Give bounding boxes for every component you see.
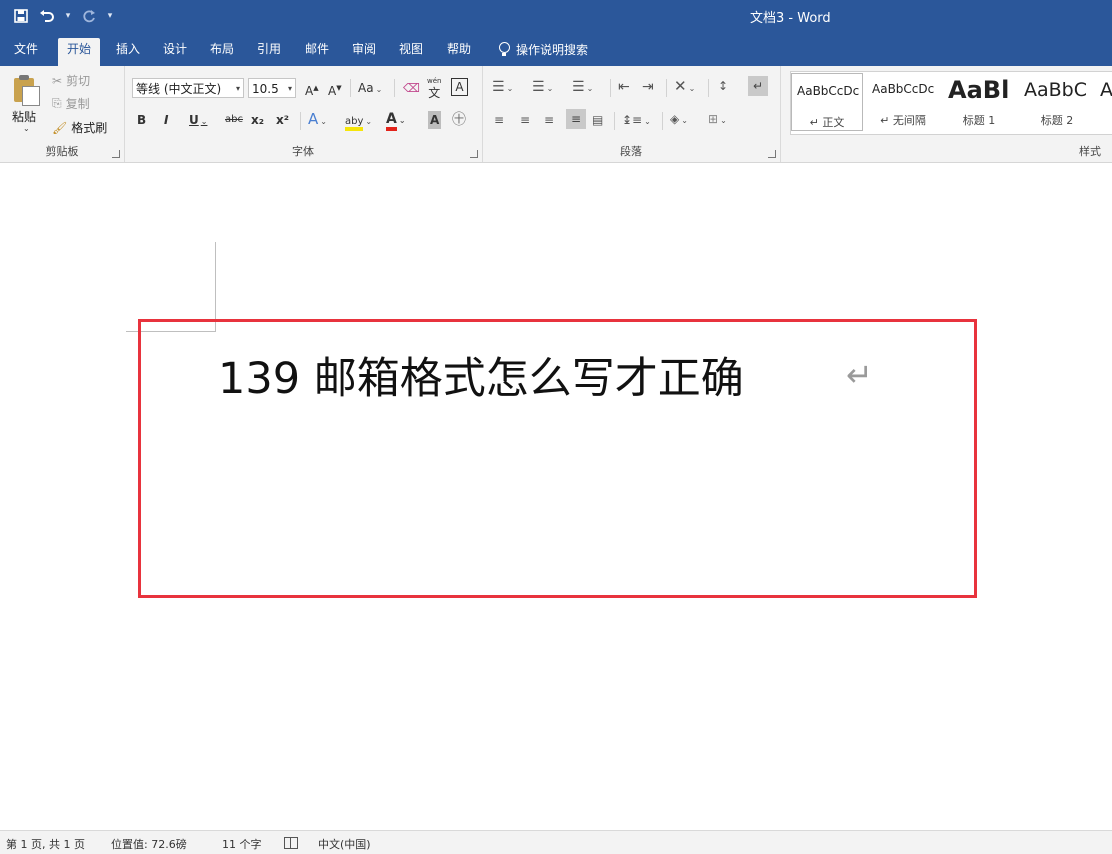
font-size-combo[interactable]: 10.5 ▾: [248, 78, 296, 98]
tab-insert[interactable]: 插入: [107, 38, 149, 66]
copy-icon: ⎘: [52, 96, 62, 110]
tab-mailings[interactable]: 邮件: [296, 38, 338, 66]
customize-qat-icon[interactable]: ▾: [104, 5, 116, 27]
status-bar: 第 1 页, 共 1 页 位置值: 72.6磅 11 个字 中文(中国): [0, 830, 1112, 854]
scissors-icon: ✂: [52, 73, 63, 88]
ribbon-tabs: 文件 开始 插入 设计 布局 引用 邮件 审阅 视图 帮助 操作说明搜索: [0, 32, 1112, 66]
justify-icon[interactable]: ≡: [566, 109, 586, 129]
font-launcher-icon[interactable]: [470, 150, 478, 158]
page-count[interactable]: 第 1 页, 共 1 页: [6, 836, 85, 852]
sort-icon[interactable]: ↕: [718, 77, 728, 95]
word-count[interactable]: 11 个字: [222, 836, 262, 852]
line-spacing-icon[interactable]: ↨≡ ⌄: [622, 111, 651, 131]
align-left-icon[interactable]: ≡: [494, 111, 504, 129]
align-right-icon[interactable]: ≡: [544, 111, 554, 129]
show-marks-icon[interactable]: ↵: [748, 76, 768, 96]
character-border-button[interactable]: A: [451, 78, 468, 96]
lightbulb-icon: [498, 42, 510, 56]
paste-icon[interactable]: [12, 74, 40, 106]
cut-button[interactable]: ✂ 剪切: [52, 72, 90, 89]
undo-icon[interactable]: [36, 5, 58, 27]
bold-button[interactable]: B: [137, 111, 146, 129]
language-indicator[interactable]: 中文(中国): [318, 836, 371, 852]
style-title[interactable]: A: [1095, 72, 1112, 132]
redo-icon[interactable]: [78, 5, 100, 27]
bullets-icon[interactable]: ☰ ⌄: [492, 78, 513, 98]
tab-home[interactable]: 开始: [58, 38, 101, 66]
superscript-button[interactable]: x²: [276, 111, 289, 129]
tab-review[interactable]: 审阅: [343, 38, 385, 66]
clipboard-launcher-icon[interactable]: [112, 150, 120, 158]
paragraph-group-label: 段落: [620, 145, 642, 158]
shrink-font-button[interactable]: A▼: [328, 79, 342, 100]
paragraph-mark: ↵: [846, 356, 873, 394]
style-heading-2[interactable]: AaBbC 标题 2: [1019, 72, 1095, 132]
numbering-icon[interactable]: ☰ ⌄: [532, 78, 553, 98]
format-painter-button[interactable]: 🖌 格式刷: [52, 119, 107, 136]
style-heading-1[interactable]: AaBl 标题 1: [943, 72, 1015, 132]
paragraph-group: ☰ ⌄ ☰ ⌄ ☰ ⌄ ⇤ ⇥ ✕ ⌄ ↕ ↵ ≡ ≡ ≡ ≡ ▤ ↨≡ ⌄ ◈ ⌄ ⊞ ⌄ …: [482, 66, 781, 162]
tab-help[interactable]: 帮助: [438, 38, 480, 66]
grow-font-button[interactable]: A▲: [305, 79, 319, 100]
character-shading-button[interactable]: A: [428, 111, 442, 129]
ribbon: 粘贴 ⌄ ✂ 剪切 ⎘ 复制 🖌 格式刷 剪贴板 等线 (中文正文) ▾ 10.5…: [0, 66, 1112, 163]
styles-gallery: AaBbCcDc ↵ 正文 AaBbCcDc ↵ 无间隔 AaBl 标题 1 A…: [790, 71, 1112, 135]
tab-file[interactable]: 文件: [5, 38, 47, 66]
tab-layout[interactable]: 布局: [201, 38, 243, 66]
quick-access-toolbar: ▾ ▾: [10, 5, 116, 27]
highlight-button[interactable]: aby ⌄: [345, 111, 372, 131]
underline-button[interactable]: U ⌄: [189, 111, 207, 131]
clear-formatting-icon[interactable]: ⌫: [403, 79, 420, 97]
tab-design[interactable]: 设计: [154, 38, 196, 66]
align-center-icon[interactable]: ≡: [520, 111, 530, 129]
distributed-icon[interactable]: ▤: [592, 111, 603, 129]
styles-group-label: 样式: [1079, 145, 1101, 158]
paste-button[interactable]: 粘贴: [12, 108, 36, 125]
multilevel-list-icon[interactable]: ☰ ⌄: [572, 78, 593, 98]
tab-references[interactable]: 引用: [248, 38, 290, 66]
decrease-indent-icon[interactable]: ⇤: [618, 78, 630, 96]
proofing-book-icon[interactable]: [284, 837, 298, 849]
paste-dropdown-icon[interactable]: ⌄: [23, 124, 30, 133]
italic-button[interactable]: I: [164, 111, 168, 129]
copy-button[interactable]: ⎘ 复制: [52, 95, 90, 112]
font-color-button[interactable]: A ⌄: [386, 110, 406, 131]
shading-bucket-icon[interactable]: ◈ ⌄: [670, 110, 688, 130]
tab-view[interactable]: 视图: [390, 38, 432, 66]
tell-me-label: 操作说明搜索: [516, 42, 589, 57]
tell-me-search[interactable]: 操作说明搜索: [498, 38, 588, 60]
paragraph-launcher-icon[interactable]: [768, 150, 776, 158]
position-readout: 位置值: 72.6磅: [111, 838, 187, 851]
clipboard-group: 粘贴 ⌄ ✂ 剪切 ⎘ 复制 🖌 格式刷 剪贴板: [0, 66, 125, 162]
subscript-button[interactable]: x₂: [251, 111, 264, 129]
paintbrush-icon: 🖌: [52, 120, 68, 135]
text-effects-button[interactable]: A ⌄: [308, 110, 327, 131]
undo-dropdown-icon[interactable]: ▾: [62, 5, 74, 27]
style-normal[interactable]: AaBbCcDc ↵ 正文: [791, 73, 863, 131]
font-group-label: 字体: [292, 145, 314, 158]
strikethrough-button[interactable]: abc: [225, 111, 243, 129]
chinese-layout-icon[interactable]: ✕ ⌄: [674, 77, 695, 98]
clipboard-group-label: 剪贴板: [45, 145, 79, 158]
window-title: 文档3 - Word: [750, 11, 831, 26]
style-no-spacing[interactable]: AaBbCcDc ↵ 无间隔: [867, 72, 939, 132]
font-name-combo[interactable]: 等线 (中文正文) ▾: [132, 78, 244, 98]
title-bar: ▾ ▾ 文档3 - Word: [0, 0, 1112, 32]
chevron-down-icon: ▾: [287, 84, 292, 93]
font-group: 等线 (中文正文) ▾ 10.5 ▾ A▲ A▼ Aa ⌄ ⌫ wén 文 A B I…: [124, 66, 483, 162]
save-icon[interactable]: [10, 5, 32, 27]
borders-icon[interactable]: ⊞ ⌄: [708, 110, 727, 130]
enclose-characters-icon[interactable]: ㊉: [452, 111, 466, 129]
increase-indent-icon[interactable]: ⇥: [642, 78, 654, 96]
document-heading[interactable]: 139 邮箱格式怎么写才正确: [218, 344, 744, 406]
phonetic-guide-button[interactable]: wén 文: [427, 75, 441, 99]
chevron-down-icon: ▾: [235, 84, 240, 93]
change-case-button[interactable]: Aa ⌄: [358, 79, 382, 99]
